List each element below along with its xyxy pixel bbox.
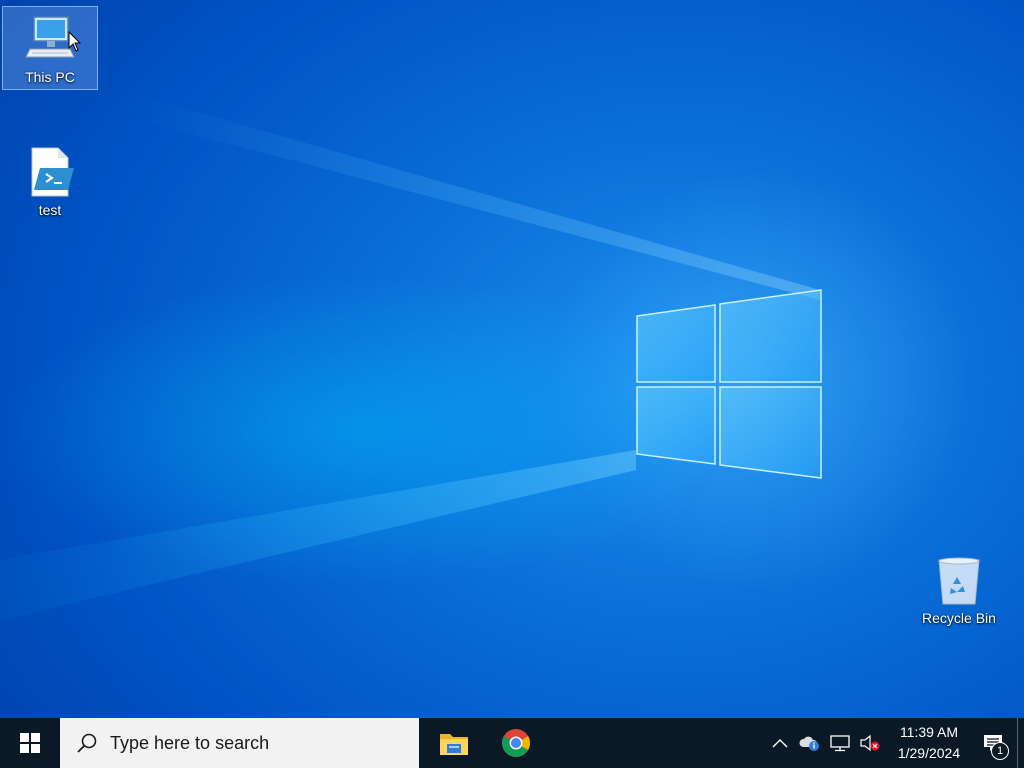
file-explorer-icon: [440, 734, 468, 755]
chrome-icon: [502, 729, 530, 757]
wallpaper-light-beams: [0, 90, 820, 620]
system-tray: 11:39 AM 1/29/2024 1: [765, 718, 1024, 768]
show-hidden-icons-button[interactable]: [765, 718, 795, 768]
desktop-icon-test[interactable]: test: [2, 140, 98, 224]
powershell-script-icon: [31, 147, 74, 197]
start-button[interactable]: [0, 718, 60, 768]
clock-date: 1/29/2024: [897, 745, 961, 761]
desktop-icon-recycle-bin[interactable]: Recycle Bin: [911, 548, 1007, 632]
wallpaper-glow: [0, 0, 1024, 718]
recycle-bin-icon: [938, 557, 980, 605]
tray-volume-button[interactable]: [855, 718, 885, 768]
notification-count-badge: 1: [991, 742, 1009, 760]
taskbar-app-chrome[interactable]: [485, 718, 547, 768]
chevron-up-icon: [772, 739, 788, 748]
windows-logo-wallpaper: [636, 289, 822, 479]
tray-security-icon-button[interactable]: [795, 718, 825, 768]
windows-start-icon: [20, 733, 40, 753]
mouse-cursor-icon: [68, 31, 82, 52]
action-center-button[interactable]: 1: [969, 718, 1017, 768]
search-icon: [77, 733, 97, 753]
search-placeholder: Type here to search: [110, 732, 270, 753]
taskbar: Type here to search 11:39 AM 1/29/2024 1: [0, 718, 1024, 768]
desktop-icon-label: test: [38, 202, 62, 218]
show-desktop-button[interactable]: [1017, 718, 1024, 768]
cloud-info-icon: [799, 736, 819, 751]
taskbar-clock[interactable]: 11:39 AM 1/29/2024: [889, 722, 969, 764]
tray-network-button[interactable]: [825, 718, 855, 768]
volume-muted-icon: [860, 734, 880, 752]
taskbar-app-file-explorer[interactable]: [423, 718, 485, 768]
desktop-icon-this-pc[interactable]: This PC: [2, 6, 98, 90]
desktop[interactable]: This PC test Recycle Bin: [0, 0, 1024, 718]
network-icon: [830, 735, 850, 752]
taskbar-search-box[interactable]: Type here to search: [60, 718, 419, 768]
desktop-icon-label: This PC: [25, 69, 75, 85]
desktop-icon-label: Recycle Bin: [922, 610, 996, 626]
clock-time: 11:39 AM: [899, 724, 959, 740]
